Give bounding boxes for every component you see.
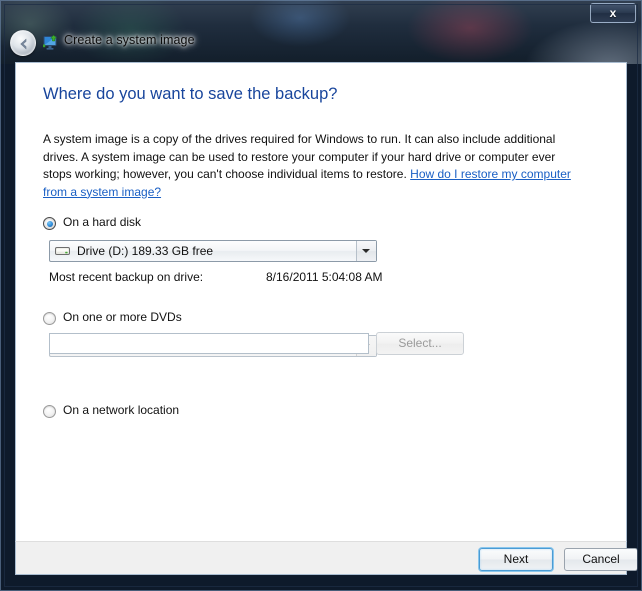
recent-backup-label: Most recent backup on drive:	[49, 270, 204, 284]
titlebar: Create a system image	[0, 30, 642, 62]
radio-label-hard-disk: On a hard disk	[63, 215, 142, 229]
create-system-image-window: x Create a system image Where do you wan	[0, 0, 642, 591]
hard-disk-dropdown[interactable]: Drive (D:) 189.33 GB free	[49, 240, 377, 262]
radio-hard-disk[interactable]	[43, 217, 56, 230]
page-title: Where do you want to save the backup?	[43, 85, 338, 103]
network-location-input[interactable]	[49, 333, 369, 354]
next-button[interactable]: Next	[479, 548, 553, 571]
system-image-monitor-icon	[42, 34, 60, 52]
hard-disk-dropdown-value: Drive (D:) 189.33 GB free	[77, 244, 214, 258]
hard-drive-icon	[55, 244, 71, 263]
back-arrow-icon	[20, 38, 27, 50]
recent-backup-value: 8/16/2011 5:04:08 AM	[266, 270, 383, 284]
recent-backup-row: Most recent backup on drive: 8/16/2011 5…	[49, 270, 383, 284]
dialog-content-area: Where do you want to save the backup? A …	[15, 62, 627, 575]
network-select-button[interactable]: Select...	[376, 332, 464, 355]
close-button[interactable]: x	[590, 3, 636, 23]
hard-disk-dropdown-arrow-box[interactable]	[356, 241, 376, 261]
dialog-footer: Next Cancel	[15, 541, 638, 575]
radio-dvds[interactable]	[43, 312, 56, 325]
cancel-button[interactable]: Cancel	[564, 548, 638, 571]
radio-label-network: On a network location	[63, 403, 180, 417]
description-text: A system image is a copy of the drives r…	[43, 131, 580, 201]
window-title: Create a system image	[64, 33, 195, 47]
radio-label-dvds: On one or more DVDs	[63, 310, 182, 324]
chevron-down-icon	[362, 249, 370, 253]
radio-network[interactable]	[43, 405, 56, 418]
back-button[interactable]	[10, 30, 36, 56]
